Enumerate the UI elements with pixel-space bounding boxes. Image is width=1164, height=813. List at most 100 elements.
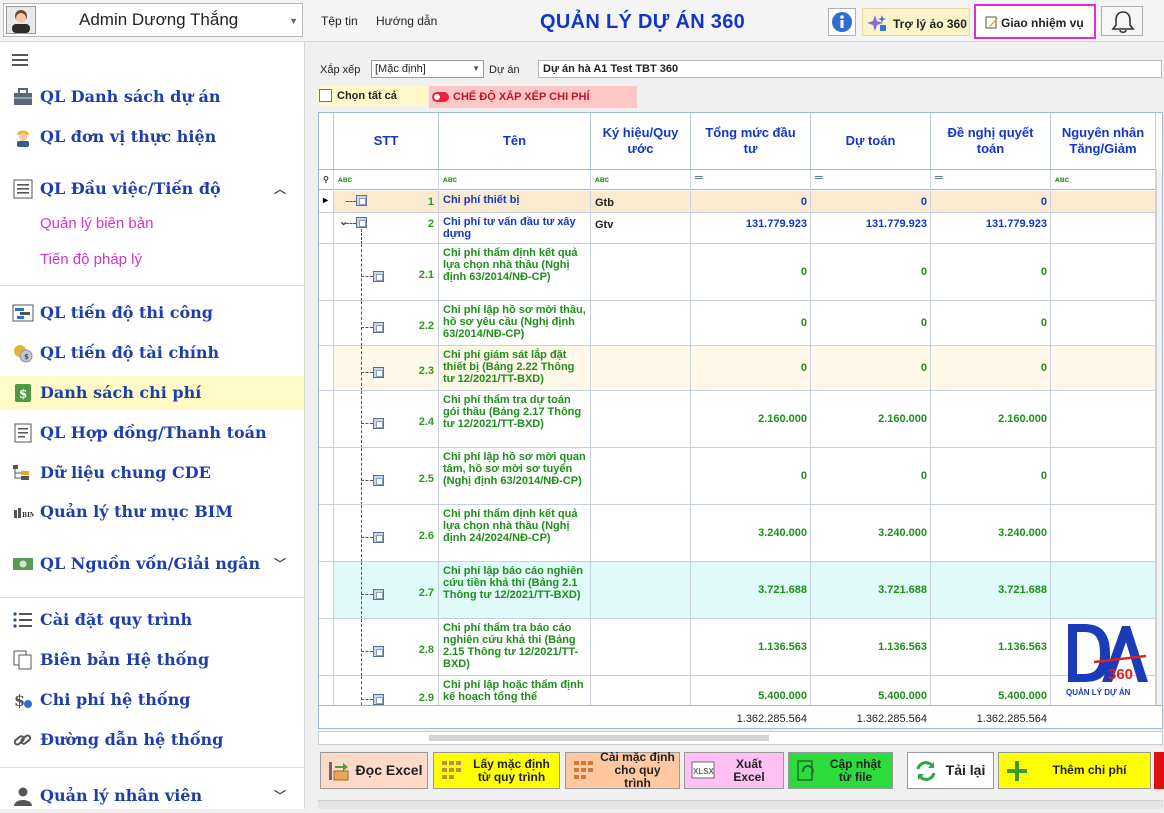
- sidebar-subitem-minutes[interactable]: Quản lý biên bản: [40, 215, 153, 232]
- info-button[interactable]: [828, 8, 856, 36]
- cell-estimate: 0: [811, 448, 931, 505]
- sidebar-item-tasks-progress[interactable]: QL Đầu việc/Tiến độ ︿: [0, 172, 304, 206]
- notification-button[interactable]: [1101, 6, 1143, 36]
- contract-icon: [14, 423, 32, 443]
- user-selector[interactable]: Admin Dương Thắng ▼: [3, 3, 303, 37]
- row-indicator[interactable]: [319, 505, 334, 562]
- sidebar-item-cde-data[interactable]: Dữ liệu chung CDE: [0, 456, 304, 490]
- cell-settlement-request: 0: [931, 244, 1051, 301]
- row-select-icon[interactable]: [373, 417, 384, 429]
- sidebar-item-funding[interactable]: QL Nguồn vốn/Giải ngân ﹀: [0, 547, 304, 581]
- filter-total-investment[interactable]: ═: [691, 170, 811, 190]
- stt-value: 1: [427, 196, 434, 208]
- table-row[interactable]: 2.8 Chi phí thẩm tra báo cáo nghiên cứu k…: [319, 619, 1162, 676]
- reload-button[interactable]: Tải lại: [907, 752, 994, 789]
- row-select-icon[interactable]: [373, 321, 384, 333]
- table-row[interactable]: 2.1 Chi phí thẩm định kết quả lựa chọn nh…: [319, 244, 1162, 301]
- row-indicator[interactable]: [319, 244, 334, 301]
- sidebar-item-construction-progress[interactable]: QL tiến độ thi công: [0, 296, 304, 330]
- table-row[interactable]: 2.5 Chi phí lập hồ sơ mời quan tâm, hồ sơ…: [319, 448, 1162, 505]
- filter-estimate[interactable]: ═: [811, 170, 931, 190]
- plus-icon: [1007, 761, 1027, 781]
- column-header-name[interactable]: Tên: [439, 113, 591, 170]
- cell-total-investment: 3.721.688: [691, 562, 811, 619]
- table-row[interactable]: 2.4 Chi phí thẩm tra dự toán gói thầu (Bả…: [319, 391, 1162, 448]
- add-cost-button[interactable]: Thêm chi phí: [998, 752, 1151, 789]
- sidebar-item-system-minutes[interactable]: Biên bản Hệ thống: [0, 643, 304, 677]
- row-select-icon[interactable]: [373, 588, 384, 600]
- row-indicator[interactable]: [319, 346, 334, 391]
- column-header-total-investment[interactable]: Tổng mức đầu tư: [691, 113, 811, 170]
- row-select-icon[interactable]: [373, 694, 384, 705]
- row-indicator[interactable]: ▸: [319, 191, 334, 213]
- sidebar-item-financial-progress[interactable]: $ QL tiến độ tài chính: [0, 336, 304, 370]
- project-field[interactable]: Dự án hà A1 Test TBT 360: [538, 60, 1162, 78]
- column-header-settlement-request[interactable]: Đề nghị quyết toán: [931, 113, 1051, 170]
- row-select-icon[interactable]: [373, 531, 384, 543]
- sidebar-item-bim-folder[interactable]: BIM Quản lý thư mục BIM: [0, 495, 304, 529]
- row-select-icon[interactable]: [356, 195, 367, 206]
- table-row[interactable]: ▸ 1 Chi phí thiết bị Gtb 0 0 0: [319, 191, 1162, 213]
- column-header-reason[interactable]: Nguyên nhân Tăng/Giảm: [1051, 113, 1156, 170]
- filter-stt[interactable]: ᴀʙᴄ: [334, 170, 439, 190]
- column-header-stt[interactable]: STT: [334, 113, 439, 170]
- sidebar-subitem-legal-progress[interactable]: Tiến độ pháp lý: [40, 251, 142, 268]
- sidebar-item-staff[interactable]: Quản lý nhân viên ﹀: [0, 779, 304, 813]
- row-indicator[interactable]: [319, 619, 334, 676]
- scrollbar-thumb[interactable]: [429, 735, 769, 741]
- menu-help[interactable]: Hướng dẫn: [376, 14, 437, 28]
- table-row[interactable]: 2.7 Chi phí lập báo cáo nghiên cứu tiền k…: [319, 562, 1162, 619]
- row-select-icon[interactable]: [356, 217, 367, 228]
- grid-pull-icon: [442, 761, 461, 779]
- table-row[interactable]: 2.6 Chi phí thẩm định kết quả lựa chọn nh…: [319, 505, 1162, 562]
- update-from-file-button[interactable]: Cập nhật từ file: [788, 752, 893, 789]
- chevron-up-icon[interactable]: ︿: [274, 180, 286, 197]
- overflow-button-edge[interactable]: [1154, 752, 1164, 789]
- column-header-symbol[interactable]: Ký hiệu/Quy ước: [591, 113, 691, 170]
- filter-name[interactable]: ᴀʙᴄ: [439, 170, 591, 190]
- column-header-estimate[interactable]: Dự toán: [811, 113, 931, 170]
- row-indicator[interactable]: [319, 301, 334, 346]
- row-indicator[interactable]: [319, 391, 334, 448]
- row-select-icon[interactable]: [373, 645, 384, 657]
- read-excel-button[interactable]: Đọc Excel: [320, 752, 428, 789]
- virtual-assistant-button[interactable]: Trợ lý ảo 360: [862, 8, 970, 36]
- chevron-down-icon[interactable]: ﹀: [274, 555, 286, 572]
- row-indicator[interactable]: [319, 562, 334, 619]
- select-all-checkbox[interactable]: Chọn tất cả: [318, 86, 428, 106]
- chevron-down-icon[interactable]: ﹀: [274, 787, 286, 804]
- sidebar-item-cost-list[interactable]: $ Danh sách chi phí: [0, 376, 304, 410]
- sidebar-item-contractors[interactable]: QL đơn vị thực hiện: [0, 120, 304, 154]
- assign-task-button[interactable]: Giao nhiệm vụ: [974, 4, 1096, 39]
- horizontal-scrollbar[interactable]: [318, 731, 1163, 745]
- cell-estimate: 0: [811, 346, 931, 391]
- vertical-scrollbar[interactable]: [1156, 170, 1162, 705]
- row-indicator[interactable]: [319, 448, 334, 505]
- row-select-icon[interactable]: [373, 366, 384, 378]
- list-settings-icon: [13, 612, 32, 628]
- row-select-icon[interactable]: [373, 474, 384, 486]
- collapse-icon[interactable]: ⌄: [339, 215, 348, 228]
- table-row[interactable]: 2.3 Chi phí giám sát lắp đặt thiết bị (Bả…: [319, 346, 1162, 391]
- sidebar-item-contracts-payment[interactable]: QL Hợp đồng/Thanh toán: [0, 416, 304, 450]
- sidebar-item-workflow-settings[interactable]: Cài đặt quy trình: [0, 603, 304, 637]
- cell-stt: 2.6: [334, 505, 439, 562]
- sort-select[interactable]: [Mặc định] ▼: [371, 60, 484, 78]
- table-row[interactable]: 2 ⌄ Chi phí tư vấn đầu tư xây dựng Gtv 131.7…: [319, 213, 1162, 244]
- sidebar-item-project-list[interactable]: QL Danh sách dự án: [0, 80, 304, 114]
- chevron-down-icon[interactable]: ▼: [289, 16, 298, 26]
- sidebar-item-system-costs[interactable]: $ Chi phí hệ thống: [0, 683, 304, 717]
- row-select-icon[interactable]: [373, 270, 384, 282]
- menu-file[interactable]: Tệp tin: [321, 14, 358, 28]
- row-indicator[interactable]: [319, 213, 334, 244]
- sidebar-item-system-links[interactable]: Đường dẫn hệ thống: [0, 723, 304, 757]
- table-row[interactable]: 2.2 Chi phí lập hồ sơ mời thầu, hồ sơ yêu…: [319, 301, 1162, 346]
- export-excel-button[interactable]: XLSX Xuất Excel: [684, 752, 784, 789]
- filter-symbol[interactable]: ᴀʙᴄ: [591, 170, 691, 190]
- hamburger-menu-icon[interactable]: [12, 54, 28, 69]
- cost-sort-mode-toggle[interactable]: CHẾ ĐỘ XẮP XẾP CHI PHÍ: [429, 86, 637, 108]
- filter-reason[interactable]: ᴀʙᴄ: [1051, 170, 1156, 190]
- load-default-button[interactable]: Lấy mặc định từ quy trình: [433, 752, 560, 789]
- set-default-button[interactable]: Cài mặc định cho quy trình: [565, 751, 680, 790]
- filter-settlement-request[interactable]: ═: [931, 170, 1051, 190]
